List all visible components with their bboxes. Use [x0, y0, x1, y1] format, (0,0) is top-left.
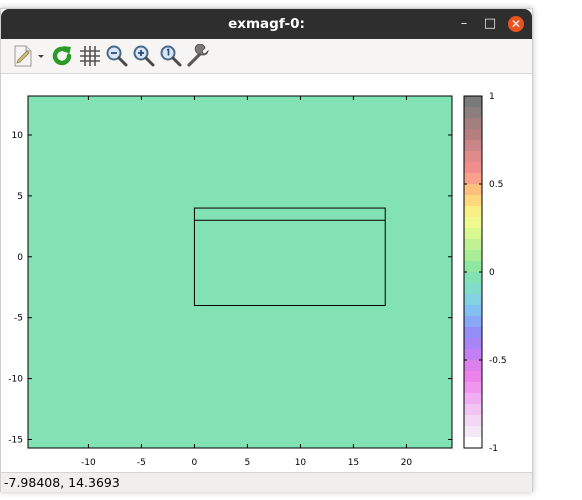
colorbar-swatch: [464, 140, 482, 152]
colorbar-swatch: [464, 195, 482, 207]
colorbar-swatch: [464, 327, 482, 339]
colorbar-swatch: [464, 382, 482, 394]
colorbar-swatch: [464, 305, 482, 317]
plot-canvas: -10 -5 0 5 10 15 20 10 5 0 -5 -10 -15 1 0.5 0 -0.5 -1: [8, 92, 507, 468]
maximize-button[interactable]: □: [482, 16, 498, 32]
y-tick-label: 10: [12, 131, 24, 141]
title-bar: exmagf-0: – □ ✕: [1, 9, 532, 39]
x-tick-label: -5: [137, 458, 146, 468]
colorbar-swatch: [464, 228, 482, 240]
heatmap-field: [28, 96, 452, 448]
y-tick-label: 0: [17, 253, 23, 263]
colorbar-swatch: [464, 151, 482, 163]
colorbar-swatch: [464, 283, 482, 295]
colorbar-swatch: [464, 360, 482, 372]
colorbar-swatch: [464, 162, 482, 174]
colorbar-swatch: [464, 129, 482, 141]
colorbar-swatch: [464, 96, 482, 108]
colorbar-swatch: [464, 206, 482, 218]
x-tick-label: -10: [81, 458, 96, 468]
colorbar-swatch: [464, 338, 482, 350]
colorbar-swatch: [464, 217, 482, 229]
x-tick-label: 15: [348, 458, 359, 468]
x-tick-label: 5: [245, 458, 251, 468]
colorbar-swatch: [464, 415, 482, 427]
grid-icon[interactable]: [78, 44, 102, 68]
x-tick-label: 0: [192, 458, 198, 468]
zoom-in-icon[interactable]: [132, 44, 156, 68]
colorbar-swatch: [464, 393, 482, 405]
export-document-icon[interactable]: [11, 44, 45, 68]
colorbar-swatch: [464, 107, 482, 119]
colorbar-swatch: [464, 239, 482, 251]
colorbar-tick-label: -1: [489, 444, 498, 454]
colorbar-swatch: [464, 349, 482, 361]
minimize-button[interactable]: –: [456, 16, 472, 32]
colorbar-swatch: [464, 294, 482, 306]
status-bar: -7.98408, 14.3693: [1, 472, 532, 492]
settings-wrench-icon[interactable]: [186, 43, 210, 68]
colorbar-swatch: [464, 272, 482, 284]
colorbar-swatch: [464, 371, 482, 383]
colorbar-swatch: [464, 316, 482, 328]
colorbar-swatch: [464, 426, 482, 438]
x-tick-label: 20: [401, 458, 413, 468]
y-tick-label: -5: [14, 314, 23, 324]
colorbar-tick-label: 0: [489, 268, 495, 278]
colorbar-swatch: [464, 173, 482, 185]
replot-icon[interactable]: [50, 44, 74, 68]
app-window: exmagf-0: – □ ✕ -10 -5 0 5 10 15 20 10 5…: [0, 8, 533, 492]
colorbar-tick-label: 0.5: [489, 180, 503, 190]
y-tick-label: -15: [8, 435, 23, 445]
y-tick-label: -10: [8, 375, 23, 385]
cursor-coordinates: -7.98408, 14.3693: [4, 475, 120, 490]
x-tick-label: 10: [295, 458, 307, 468]
colorbar-tick-label: 1: [489, 92, 495, 102]
colorbar-swatch: [464, 261, 482, 273]
colorbar-swatch: [464, 118, 482, 130]
toolbar: [1, 39, 532, 74]
colorbar-swatch: [464, 437, 482, 449]
zoom-out-icon[interactable]: [105, 44, 129, 68]
colorbar-swatch: [464, 404, 482, 416]
colorbar-swatch: [464, 250, 482, 262]
close-button[interactable]: ✕: [508, 16, 524, 32]
zoom-reset-icon[interactable]: [159, 44, 183, 68]
y-tick-label: 5: [17, 192, 23, 202]
colorbar-swatch: [464, 184, 482, 196]
plot-area[interactable]: -10 -5 0 5 10 15 20 10 5 0 -5 -10 -15 1 0.5 0 -0.5 -1: [1, 74, 532, 472]
colorbar-tick-label: -0.5: [489, 356, 507, 366]
window-title: exmagf-0:: [228, 16, 305, 32]
